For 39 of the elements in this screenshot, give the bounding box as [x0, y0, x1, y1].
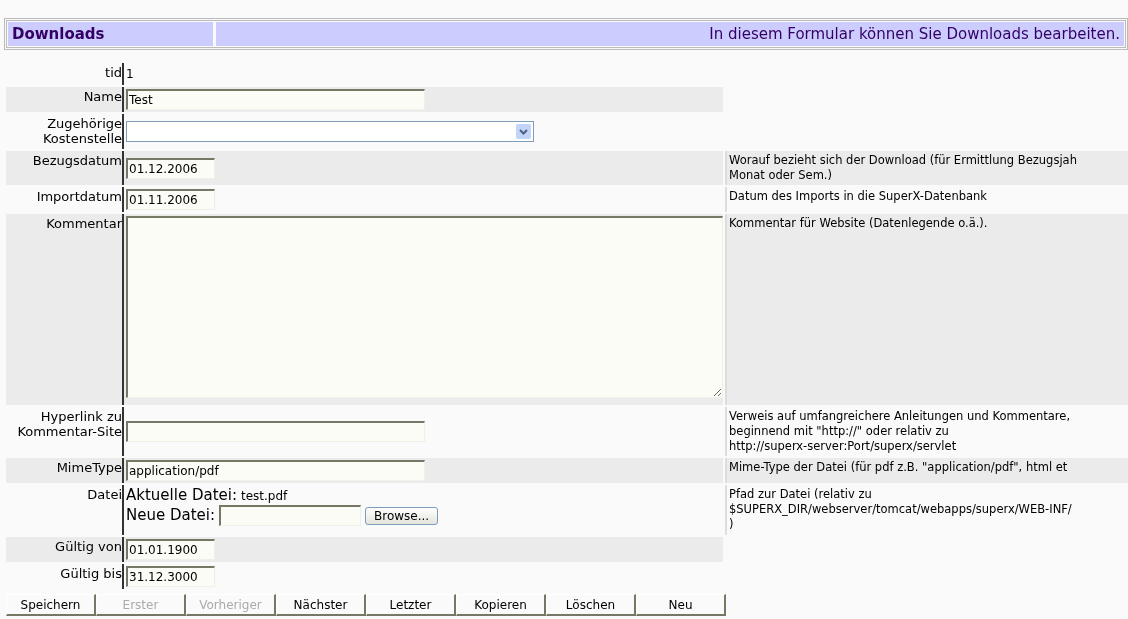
- help-text: Kommentar für Website (Datenlegende o.ä.).: [725, 214, 1128, 405]
- current-file-name: test.pdf: [241, 488, 288, 505]
- text-field[interactable]: [126, 421, 425, 442]
- field-label: Kommentar: [6, 214, 124, 405]
- help-text: Verweis auf umfangreichere Anleitungen und Kommentare, beginnend mit "http://" oder relativ zu http://superx-server:Port/superx/servlet: [725, 407, 1128, 456]
- form-button[interactable]: Löschen: [546, 594, 636, 616]
- field-label: MimeType: [6, 458, 124, 483]
- form-button[interactable]: Letzter: [366, 594, 456, 616]
- form-button[interactable]: Speichern: [6, 594, 96, 616]
- page-description: In diesem Formular können Sie Downloads bearbeiten.: [216, 22, 1124, 46]
- dropdown-field[interactable]: [126, 121, 534, 142]
- help-text: Datum des Imports in die SuperX-Datenbank: [725, 187, 1128, 212]
- form-button[interactable]: Neu: [636, 594, 726, 616]
- date-field[interactable]: 31.12.3000: [126, 566, 215, 587]
- help-text: Worauf bezieht sich der Download (für Ermittlung Bezugsjah Monat oder Sem.): [725, 151, 1128, 185]
- text-field[interactable]: application/pdf: [126, 460, 425, 481]
- field-label: Gültig von: [6, 537, 124, 562]
- page-title: Downloads: [8, 22, 213, 46]
- help-text: Pfad zur Datei (relativ zu $SUPERX_DIR/webserver/tomcat/webapps/superx/WEB-INF/ ): [725, 485, 1128, 535]
- date-field[interactable]: 01.01.1900: [126, 539, 215, 560]
- date-field[interactable]: 01.12.2006: [126, 157, 215, 179]
- new-file-label: Neue Datei:: [126, 507, 216, 524]
- help-text: Mime-Type der Datei (für pdf z.B. "application/pdf", html et: [725, 458, 1128, 483]
- text-field[interactable]: Test: [126, 89, 425, 110]
- field-label: Gültig bis: [6, 564, 124, 589]
- date-field[interactable]: 01.11.2006: [126, 189, 215, 210]
- current-file-label: Aktuelle Datei:: [126, 487, 237, 504]
- field-value: 1: [126, 67, 134, 81]
- field-label: Datei: [6, 485, 124, 535]
- field-label: tid: [6, 63, 124, 85]
- form-button[interactable]: Nächster: [276, 594, 366, 616]
- form-button[interactable]: Kopieren: [456, 594, 546, 616]
- file-path-field[interactable]: [219, 505, 362, 526]
- field-label: Bezugsdatum: [6, 151, 124, 185]
- field-label: Importdatum: [6, 187, 124, 212]
- field-label: Name: [6, 87, 124, 112]
- browse-button[interactable]: Browse...: [365, 506, 439, 525]
- field-label: Zugehörige Kostenstelle: [6, 114, 124, 149]
- field-label: Hyperlink zu Kommentar-Site: [6, 407, 124, 456]
